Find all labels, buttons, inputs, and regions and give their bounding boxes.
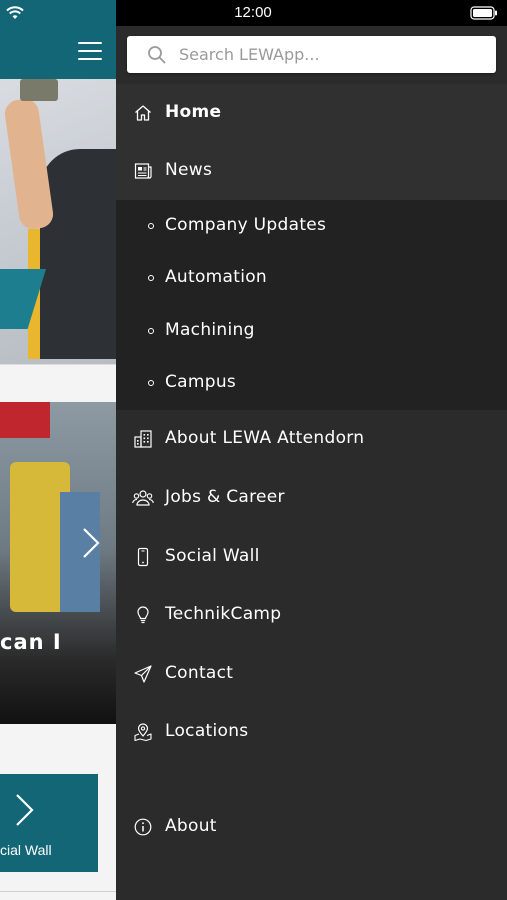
tile-label: cial Wall xyxy=(0,842,52,858)
app-header xyxy=(0,0,116,79)
menu-label-about: About xyxy=(165,816,217,836)
menu-label-about-lewa: About LEWA Attendorn xyxy=(165,428,365,448)
menu-item-locations[interactable]: Locations xyxy=(116,713,507,751)
submenu-label: Campus xyxy=(165,372,237,392)
menu-item-about-lewa[interactable]: About LEWA Attendorn xyxy=(116,420,507,458)
chevron-right-icon[interactable] xyxy=(80,526,102,560)
hero-image xyxy=(0,79,116,364)
menu-item-contact[interactable]: Contact xyxy=(116,655,507,693)
news-slider[interactable]: can I xyxy=(0,402,116,724)
submenu-label: Automation xyxy=(165,267,268,287)
menu-label-jobs: Jobs & Career xyxy=(165,487,285,507)
info-icon xyxy=(132,816,154,838)
status-bar: 12:00 xyxy=(116,0,507,26)
lightbulb-icon xyxy=(132,604,154,626)
search-icon xyxy=(148,46,166,64)
people-icon xyxy=(132,487,154,509)
chevron-right-icon xyxy=(16,794,34,826)
hamburger-menu-icon[interactable] xyxy=(78,42,102,62)
submenu-label: Machining xyxy=(165,320,255,340)
battery-icon xyxy=(470,6,497,20)
bullet-icon xyxy=(148,328,154,334)
menu-item-news[interactable]: News xyxy=(116,152,507,190)
menu-label-social-wall: Social Wall xyxy=(165,546,260,566)
navigation-drawer: 12:00 Home xyxy=(116,0,507,900)
smartphone-icon xyxy=(132,546,154,568)
bullet-icon xyxy=(148,380,154,386)
menu-item-social-wall[interactable]: Social Wall xyxy=(116,538,507,576)
menu-label-news: News xyxy=(165,160,213,180)
menu-label-technikcamp: TechnikCamp xyxy=(165,604,282,624)
menu-label-home: Home xyxy=(165,102,222,122)
menu-item-home[interactable]: Home xyxy=(116,94,507,132)
menu-label-contact: Contact xyxy=(165,663,234,683)
submenu-item-machining[interactable]: Machining xyxy=(116,305,507,357)
newspaper-icon xyxy=(132,160,154,182)
menu-item-jobs[interactable]: Jobs & Career xyxy=(116,479,507,517)
wifi-icon xyxy=(6,6,24,19)
submenu-item-automation[interactable]: Automation xyxy=(116,252,507,304)
social-wall-tile[interactable]: cial Wall xyxy=(0,774,98,872)
menu-item-about[interactable]: About xyxy=(116,808,507,846)
menu-item-technikcamp[interactable]: TechnikCamp xyxy=(116,596,507,634)
status-time: 12:00 xyxy=(234,4,272,21)
map-pin-icon xyxy=(132,721,154,743)
home-icon xyxy=(132,102,154,124)
bullet-icon xyxy=(148,223,154,229)
building-icon xyxy=(132,428,154,450)
slider-caption: can I xyxy=(0,630,62,654)
submenu-label: Company Updates xyxy=(165,215,327,235)
paper-plane-icon xyxy=(132,663,154,685)
search-box[interactable] xyxy=(127,36,496,73)
search-input[interactable] xyxy=(179,42,479,66)
submenu-item-campus[interactable]: Campus xyxy=(116,357,507,409)
background-app: can I cial Wall xyxy=(0,0,116,900)
bullet-icon xyxy=(148,275,154,281)
submenu-item-company-updates[interactable]: Company Updates xyxy=(116,200,507,252)
menu-label-locations: Locations xyxy=(165,721,249,741)
